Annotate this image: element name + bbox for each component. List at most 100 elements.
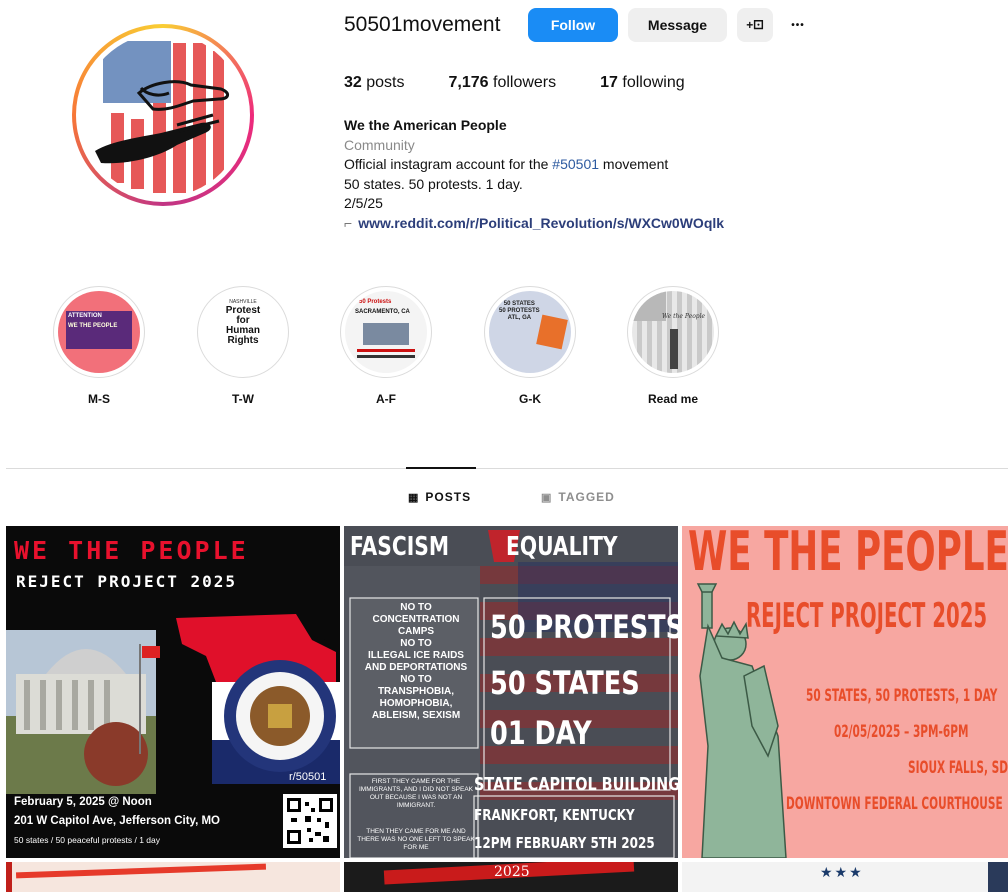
- highlight-af[interactable]: 50 Protests SACRAMENTO, CA A-F: [340, 286, 432, 406]
- protest-flyer-red-icon: ATTENTION WE THE PEOPLE: [58, 291, 140, 373]
- post1-caption-date: February 5, 2025 @ Noon: [14, 796, 152, 808]
- hl-gk-line3: ATL, GA: [507, 315, 532, 321]
- more-icon: •••: [791, 19, 805, 31]
- hl-ms-line1: ATTENTION: [68, 313, 102, 319]
- post1-subhead: REJECT PROJECT 2025: [16, 572, 238, 591]
- link-icon: ⌐: [344, 214, 353, 231]
- post3-line-4: DOWNTOWN FEDERAL COURTHOUSE: [786, 794, 1003, 814]
- suggest-accounts-button[interactable]: +⚀: [737, 8, 773, 42]
- profile-avatar[interactable]: [72, 24, 254, 206]
- tabs-divider: [6, 468, 1008, 469]
- highlight-tw[interactable]: NASHVILLE Protest for Human Rights T-W: [197, 286, 289, 406]
- bio-line-1: Official instagram account for the #5050…: [344, 155, 724, 175]
- profile-bio: We the American People Community Officia…: [344, 116, 724, 233]
- profile-stats: 32 posts 7,176 followers 17 following: [344, 74, 729, 92]
- post2-no-item: AND DEPORTATIONS: [364, 662, 468, 673]
- post1-caption-tagline: 50 states / 50 peaceful protests / 1 day: [14, 835, 161, 845]
- hl-tw-title: Protest for Human Rights: [202, 306, 284, 346]
- tab-tagged[interactable]: ▣ TAGGED: [541, 490, 615, 504]
- post-thumbnail[interactable]: WE THE PEOPLE REJECT PROJECT 2025 r/5050…: [6, 526, 340, 858]
- avatar-inner: [76, 28, 250, 202]
- protest-for-human-rights-flyer-icon: NASHVILLE Protest for Human Rights: [202, 291, 284, 373]
- bio-name: We the American People: [344, 117, 507, 133]
- bio-category: Community: [344, 136, 415, 153]
- bio-external-link[interactable]: ⌐ www.reddit.com/r/Political_Revolution/s…: [344, 214, 724, 234]
- post-thumbnail[interactable]: 2025: [344, 862, 678, 892]
- post2-no-item: CONCENTRATION: [372, 614, 460, 625]
- add-user-icon: +⚀: [746, 18, 764, 32]
- post2-foot-line-3: 12PM FEBRUARY 5TH 2025: [474, 834, 655, 852]
- followers-count: 7,176: [448, 74, 489, 91]
- posts-stat: 32 posts: [344, 74, 405, 92]
- atlanta-flyer-icon: 50 STATES 50 PROTESTS ATL, GA: [489, 291, 571, 373]
- highlight-label: A-F: [376, 392, 396, 406]
- tab-posts[interactable]: ▦ POSTS: [408, 490, 471, 504]
- post2-no-item: ILLEGAL ICE RAIDS: [368, 650, 464, 661]
- statue-of-liberty-flag-icon: We the People: [632, 291, 714, 373]
- posts-label: posts: [366, 74, 405, 91]
- post1-artwork: [6, 604, 340, 794]
- post2-no-item: CAMPS: [397, 626, 435, 637]
- post4-artwork: [15, 863, 267, 879]
- highlight-gk[interactable]: 50 STATES 50 PROTESTS ATL, GA G-K: [484, 286, 576, 406]
- more-options-button[interactable]: •••: [780, 8, 816, 42]
- post2-foot-line-2: FRANKFORT, KENTUCKY: [474, 806, 635, 824]
- post2-no-item: TRANSPHOBIA,: [377, 686, 455, 697]
- highlight-read-me[interactable]: We the People Read me: [627, 286, 719, 406]
- post-thumbnail[interactable]: WE THE PEOPLE REJECT PROJECT 2025 50 STA…: [682, 526, 1008, 858]
- post2-no-item: NO TO: [400, 674, 432, 685]
- stars-icon: ★★★: [820, 864, 864, 880]
- post3-line-1: 50 STATES, 50 PROTESTS, 1 DAY: [806, 686, 998, 706]
- bio-line-3: 2/5/25: [344, 195, 383, 211]
- bio-line-1-suffix: movement: [599, 156, 669, 172]
- post2-foot-line-1: STATE CAPITOL BUILDING: [474, 774, 678, 795]
- tab-posts-label: POSTS: [425, 490, 472, 504]
- active-tab-indicator: [406, 467, 476, 469]
- bio-link-text[interactable]: www.reddit.com/r/Political_Revolution/s/…: [358, 215, 724, 231]
- grid-icon: ▦: [408, 491, 420, 504]
- profile-username: 50501movement: [344, 13, 501, 36]
- post-thumbnail[interactable]: FASCISM EQUALITY NO TO CONCENTRATION CAM…: [344, 526, 678, 858]
- posts-count: 32: [344, 74, 362, 91]
- post5-headline: 2025: [494, 864, 530, 880]
- post2-right-title: EQUALITY: [506, 532, 618, 562]
- avatar-image: [81, 33, 245, 197]
- sacramento-flyer-icon: 50 Protests SACRAMENTO, CA: [345, 291, 427, 373]
- post2-small-text-2: THEN THEY CAME FOR ME AND THERE WAS NO O…: [357, 828, 475, 851]
- highlight-ring: 50 Protests SACRAMENTO, CA: [340, 286, 432, 378]
- message-button[interactable]: Message: [628, 8, 727, 42]
- hl-tw-line4: Rights: [227, 335, 259, 346]
- following-label: following: [622, 74, 685, 91]
- post2-left-title: FASCISM: [350, 532, 450, 562]
- highlight-ring: We the People: [627, 286, 719, 378]
- hl-gk-line2: 50 PROTESTS: [499, 308, 540, 314]
- flag-and-hands-logo: [81, 33, 245, 197]
- bio-hashtag-link[interactable]: #50501: [552, 156, 599, 172]
- post1-headline: WE THE PEOPLE: [14, 536, 249, 565]
- post-thumbnail[interactable]: ★★★: [682, 862, 1008, 892]
- followers-stat[interactable]: 7,176 followers: [449, 74, 557, 92]
- highlight-label: G-K: [519, 392, 541, 406]
- post2-no-item: NO TO: [400, 602, 432, 613]
- post2-no-item: NO TO: [400, 638, 432, 649]
- highlight-label: T-W: [232, 392, 254, 406]
- bio-line-1-prefix: Official instagram account for the: [344, 156, 553, 172]
- highlight-ring: NASHVILLE Protest for Human Rights: [197, 286, 289, 378]
- highlight-ms[interactable]: ATTENTION WE THE PEOPLE M-S: [53, 286, 145, 406]
- tab-tagged-label: TAGGED: [558, 490, 615, 504]
- post-thumbnail[interactable]: [6, 862, 340, 892]
- follow-button[interactable]: Follow: [528, 8, 618, 42]
- post2-big-line-3: 01 DAY: [490, 714, 592, 752]
- post2-no-item: ABLEISM, SEXISM: [371, 710, 461, 721]
- post2-no-item: HOMOPHOBIA,: [379, 698, 453, 709]
- highlight-ring: ATTENTION WE THE PEOPLE: [53, 286, 145, 378]
- post1-caption-address: 201 W Capitol Ave, Jefferson City, MO: [14, 815, 220, 827]
- hl-gk-line1: 50 STATES: [503, 301, 535, 307]
- qr-code-icon: [283, 794, 337, 848]
- following-count: 17: [600, 74, 618, 91]
- tagged-icon: ▣: [541, 491, 553, 504]
- following-stat[interactable]: 17 following: [600, 74, 685, 92]
- post1-hashtag: r/50501: [289, 771, 327, 783]
- post2-big-line-1: 50 PROTESTS: [490, 608, 678, 646]
- post2-small-text-1: FIRST THEY CAME FOR THE IMMIGRANTS, AND …: [358, 778, 473, 809]
